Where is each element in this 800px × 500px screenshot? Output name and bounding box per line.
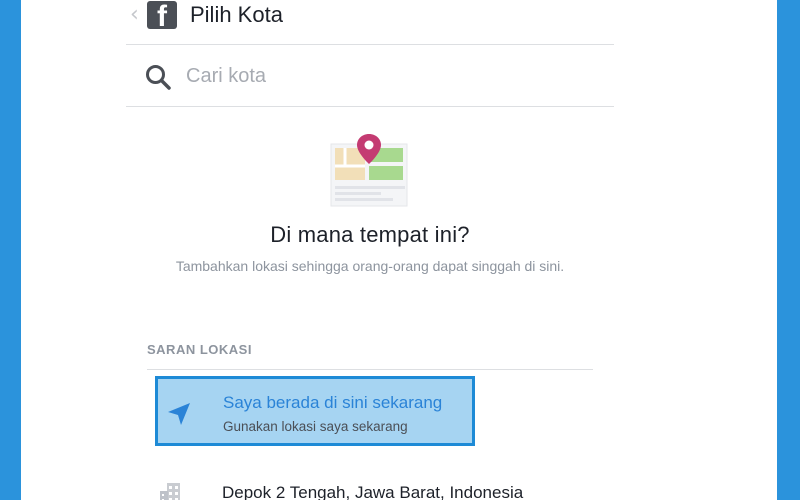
place-suggestion-item[interactable]: Depok 2 Tengah, Jawa Barat, Indonesia — [147, 476, 607, 500]
current-location-option[interactable]: Saya berada di sini sekarang Gunakan lok… — [155, 376, 475, 446]
current-location-sublabel: Gunakan lokasi saya sekarang — [223, 419, 408, 434]
facebook-logo-icon: f — [147, 1, 177, 29]
empty-state-description: Tambahkan lokasi sehingga orang-orang da… — [175, 258, 565, 274]
city-search-input[interactable] — [186, 61, 586, 91]
app-header: ‹ f Pilih Kota — [126, 0, 614, 45]
page-title: Pilih Kota — [190, 2, 283, 27]
search-icon — [146, 65, 171, 90]
current-location-label: Saya berada di sini sekarang — [223, 393, 443, 412]
building-icon — [160, 483, 180, 500]
chevron-left-icon[interactable]: ‹ — [130, 2, 139, 27]
empty-state-heading: Di mana tempat ini? — [270, 222, 470, 247]
phone-screen: ‹ f Pilih Kota Di mana tempat ini? Tamba… — [21, 0, 777, 500]
map-pin-illustration — [330, 134, 408, 207]
search-bar — [126, 45, 614, 107]
place-name: Depok 2 Tengah, Jawa Barat, Indonesia — [222, 483, 524, 500]
section-divider — [147, 369, 593, 370]
section-label: SARAN LOKASI — [147, 342, 252, 357]
location-arrow-icon — [168, 403, 190, 425]
